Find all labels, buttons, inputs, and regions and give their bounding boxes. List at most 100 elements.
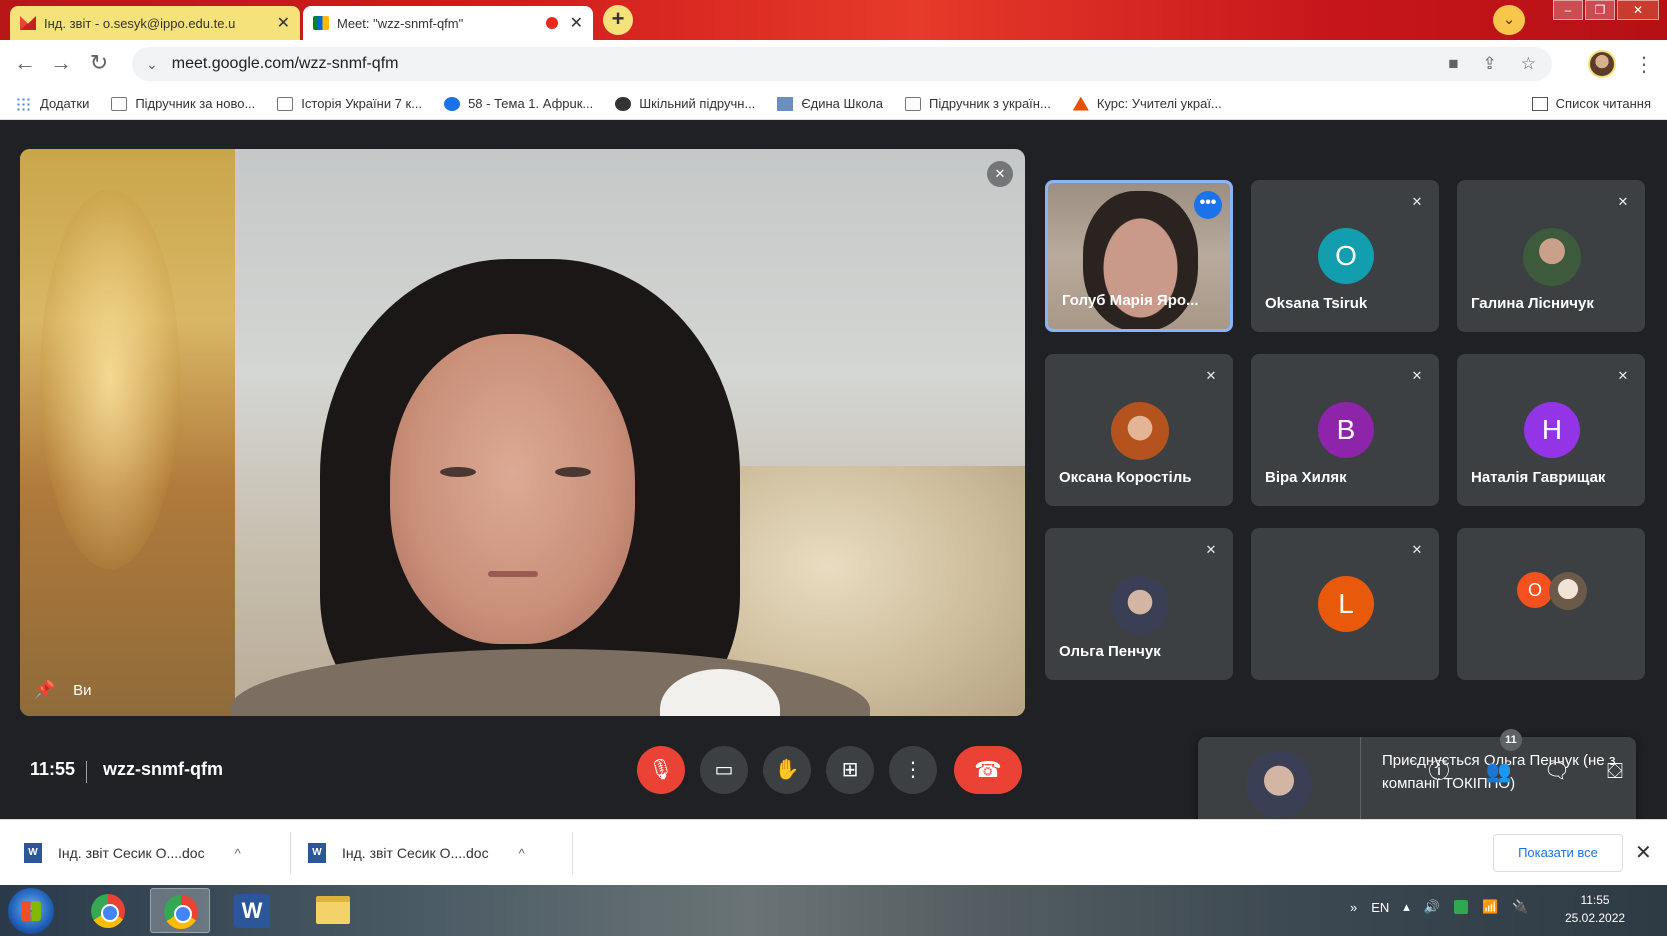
bookmark-label: 58 - Тема 1. Афрuк... <box>468 96 594 111</box>
bookmark-item[interactable]: Підручник з україн... <box>905 96 1051 111</box>
minimize-icon[interactable]: – <box>1553 0 1583 20</box>
participant-tile[interactable]: ✕ В Віра Хиляк <box>1251 354 1439 506</box>
system-tray: » EN ▴ 🔊 📶 🔌 <box>1350 899 1528 915</box>
participant-tile[interactable]: ✕ O Oksana Tsiruk <box>1251 180 1439 332</box>
bookmark-item[interactable]: Історія України 7 к... <box>277 96 422 111</box>
more-options-icon[interactable]: ••• <box>1194 191 1222 219</box>
circle-icon <box>615 96 632 111</box>
mic-off-icon: ✕ <box>1205 368 1217 383</box>
participant-tile[interactable]: ✕ Галина Лісничук <box>1457 180 1645 332</box>
chrome-icon <box>164 895 198 929</box>
chat-icon: 🗨 <box>1543 760 1571 783</box>
bookmark-item[interactable]: Шкільний підручн... <box>615 96 755 111</box>
profile-avatar[interactable] <box>1588 50 1616 78</box>
forward-icon[interactable]: → <box>46 50 76 76</box>
leave-call-button[interactable]: ☎ <box>954 746 1022 794</box>
bookmark-label: Курс: Учителі украї... <box>1096 96 1222 111</box>
camera-toggle-button[interactable]: ▭ <box>700 746 748 794</box>
participant-tile[interactable]: ✕ L <box>1251 528 1439 680</box>
participant-tile[interactable]: ✕ Ольга Пенчук <box>1045 528 1233 680</box>
tray-expand-icon[interactable]: » <box>1350 900 1357 915</box>
blue-circle-icon <box>444 96 461 111</box>
meeting-clock: 11:55 <box>30 759 76 779</box>
participant-tile[interactable]: ••• Голуб Марія Яро... <box>1045 180 1233 332</box>
participant-name: Галина Лісничук <box>1471 295 1594 312</box>
participant-tile[interactable]: ✕ Оксана Коростіль <box>1045 354 1233 506</box>
tab-meet[interactable]: Meet: "wzz-snmf-qfm" ✕ <box>303 6 593 40</box>
divider <box>290 832 291 874</box>
person-eye <box>440 467 476 477</box>
reload-icon[interactable]: ↻ <box>84 50 114 76</box>
tab-search-button[interactable]: ⌄ <box>1493 5 1525 35</box>
show-all-downloads-button[interactable]: Показати все <box>1493 834 1623 872</box>
taskbar-explorer[interactable] <box>302 888 362 933</box>
browser-toolbar: ← → ↻ ⌄ meet.google.com/wzz-snmf-qfm ■ ⇪… <box>0 40 1667 88</box>
taskbar-chrome[interactable] <box>78 888 138 933</box>
download-item[interactable]: W Інд. звіт Сесик О....doc ^ <box>24 820 241 886</box>
back-icon[interactable]: ← <box>10 50 40 76</box>
window-controls: – ❐ ✕ <box>1553 0 1659 20</box>
activities-button[interactable]: ⛋ <box>1600 757 1630 787</box>
window-close-icon[interactable]: ✕ <box>1617 0 1659 20</box>
mic-off-icon: ✕ <box>1411 368 1423 383</box>
camera-icon[interactable]: ■ <box>1448 54 1458 74</box>
system-clock[interactable]: 11:55 25.02.2022 <box>1565 891 1625 927</box>
taskbar-chrome-active[interactable] <box>150 888 210 933</box>
chevron-up-icon[interactable]: ^ <box>519 846 525 861</box>
tray-up-icon[interactable]: ▴ <box>1403 899 1410 915</box>
security-icon[interactable] <box>1454 900 1469 914</box>
site-info-icon[interactable]: ⌄ <box>146 56 158 73</box>
participant-video <box>1083 191 1198 329</box>
bookmark-apps[interactable]: Додатки <box>16 96 89 111</box>
bookmark-item[interactable]: Підручник за ново... <box>111 96 255 111</box>
people-count-badge: 11 <box>1500 729 1522 751</box>
bookmark-label: Історія України 7 к... <box>301 96 423 111</box>
tab-title: Meet: "wzz-snmf-qfm" <box>337 15 464 31</box>
chat-button[interactable]: 🗨 <box>1542 757 1572 787</box>
close-downloads-icon[interactable]: ✕ <box>1635 840 1652 865</box>
tab-close-icon[interactable]: ✕ <box>570 13 583 33</box>
hang-up-icon: ☎ <box>974 757 1002 782</box>
address-bar[interactable]: ⌄ meet.google.com/wzz-snmf-qfm ■ ⇪ ☆ <box>132 47 1552 81</box>
download-item[interactable]: W Інд. звіт Сесик О....doc ^ <box>308 820 525 886</box>
person-eye <box>555 467 591 477</box>
taskbar-word[interactable]: W <box>222 888 282 933</box>
tab-gmail[interactable]: Інд. звіт - o.sesyk@ippo.edu.te.u ✕ <box>10 6 300 40</box>
meet-stage: ✕ 📌 Ви ••• Голуб Марія Яро... ✕ O Oksana… <box>0 121 1667 829</box>
share-icon[interactable]: ⇪ <box>1483 54 1497 74</box>
main-video[interactable]: ✕ 📌 Ви <box>20 149 1025 716</box>
mic-toggle-button[interactable]: 🎙 <box>637 746 685 794</box>
more-options-button[interactable]: ⋮ <box>889 746 937 794</box>
pin-icon[interactable]: 📌 <box>34 680 55 700</box>
participant-name: Оксана Коростіль <box>1059 469 1192 486</box>
download-filename: Інд. звіт Сесик О....doc <box>342 845 489 861</box>
word-icon: W <box>234 894 270 928</box>
network-icon[interactable]: 📶 <box>1482 899 1498 915</box>
participant-name: Наталія Гаврищак <box>1471 469 1606 486</box>
bookmark-item[interactable]: 58 - Тема 1. Афрuк... <box>444 96 593 111</box>
people-button[interactable]: 👥 <box>1484 757 1514 787</box>
meeting-details-button[interactable]: ⓘ <box>1424 757 1454 787</box>
new-tab-button[interactable]: + <box>603 5 633 35</box>
bookmark-item[interactable]: Єдина Школа <box>777 96 883 111</box>
meet-icon <box>313 16 329 30</box>
raise-hand-button[interactable]: ✋ <box>763 746 811 794</box>
start-button[interactable] <box>8 888 54 934</box>
volume-icon[interactable]: 🔊 <box>1424 899 1440 915</box>
participant-tile-group[interactable]: O <box>1457 528 1645 680</box>
power-icon[interactable]: 🔌 <box>1512 899 1528 915</box>
avatar: O <box>1318 228 1374 284</box>
participant-name: Віра Хиляк <box>1265 469 1347 486</box>
bookmark-item[interactable]: Курс: Учителі украї... <box>1072 96 1222 111</box>
reading-list-button[interactable]: Список читання <box>1531 96 1651 111</box>
maximize-icon[interactable]: ❐ <box>1585 0 1615 20</box>
star-icon[interactable]: ☆ <box>1521 54 1536 74</box>
present-screen-button[interactable]: ⊞ <box>826 746 874 794</box>
triangle-icon <box>1072 96 1089 111</box>
tab-close-icon[interactable]: ✕ <box>277 13 290 33</box>
browser-menu-icon[interactable]: ⋮ <box>1634 52 1654 77</box>
chevron-up-icon[interactable]: ^ <box>235 846 241 861</box>
participant-tile[interactable]: ✕ Н Наталія Гаврищак <box>1457 354 1645 506</box>
language-indicator[interactable]: EN <box>1371 900 1389 915</box>
self-name: Ви <box>73 681 92 699</box>
